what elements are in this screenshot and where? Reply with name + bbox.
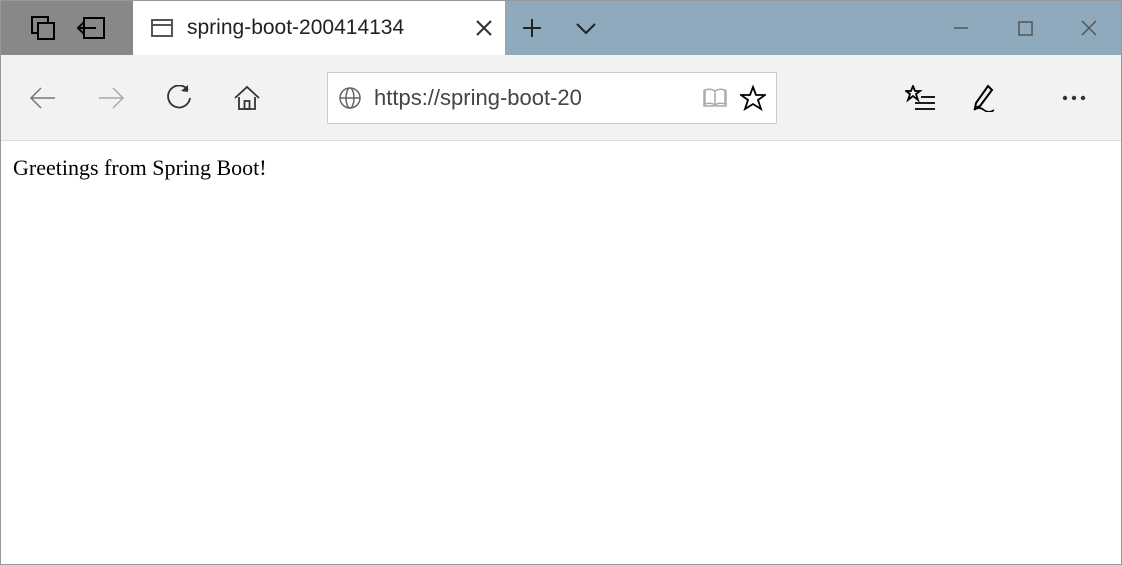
- reading-view-icon[interactable]: [702, 87, 728, 109]
- toolbar: https://spring-boot-20: [1, 55, 1121, 141]
- tab-preview-group: [1, 1, 133, 55]
- more-menu-icon[interactable]: [1049, 70, 1099, 126]
- close-window-button[interactable]: [1057, 1, 1121, 55]
- url-text: https://spring-boot-20: [374, 85, 690, 111]
- tabstrip: [505, 1, 1121, 55]
- page-body-text: Greetings from Spring Boot!: [13, 155, 267, 180]
- page-icon: [151, 17, 173, 39]
- address-bar[interactable]: https://spring-boot-20: [327, 72, 777, 124]
- home-button[interactable]: [219, 70, 275, 126]
- tab-previews-toggle-icon[interactable]: [559, 1, 613, 55]
- notes-icon[interactable]: [959, 70, 1009, 126]
- tab-actions-icon[interactable]: [28, 13, 58, 43]
- favorites-list-icon[interactable]: [895, 70, 945, 126]
- set-aside-tabs-icon[interactable]: [76, 13, 106, 43]
- new-tab-button[interactable]: [505, 1, 559, 55]
- back-button[interactable]: [15, 70, 71, 126]
- toolbar-right: [895, 70, 1107, 126]
- refresh-button[interactable]: [151, 70, 207, 126]
- minimize-button[interactable]: [929, 1, 993, 55]
- window-controls: [929, 1, 1121, 55]
- titlebar: spring-boot-200414134: [1, 1, 1121, 55]
- forward-button[interactable]: [83, 70, 139, 126]
- tab-title: spring-boot-200414134: [187, 16, 461, 40]
- browser-tab[interactable]: spring-boot-200414134: [133, 1, 505, 55]
- favorite-star-icon[interactable]: [740, 85, 766, 111]
- close-tab-icon[interactable]: [475, 19, 493, 37]
- maximize-button[interactable]: [993, 1, 1057, 55]
- page-content: Greetings from Spring Boot!: [1, 141, 1121, 195]
- site-info-icon[interactable]: [338, 86, 362, 110]
